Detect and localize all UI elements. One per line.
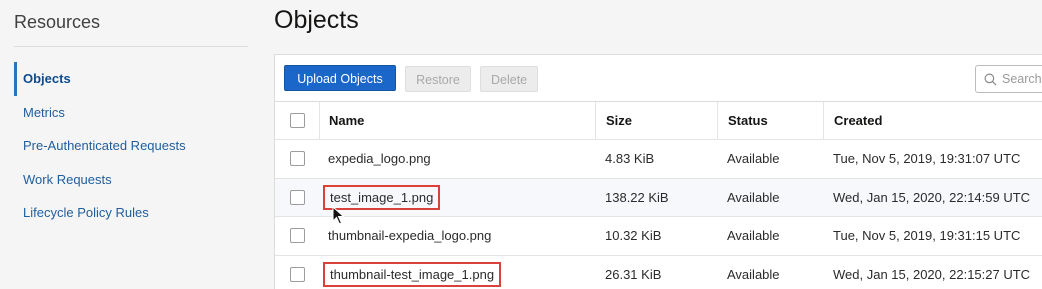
select-all-checkbox[interactable]: [289, 113, 305, 128]
row-checkbox[interactable]: [289, 151, 305, 167]
sidebar-nav: Objects Metrics Pre-Authenticated Reques…: [14, 62, 250, 230]
mouse-cursor-icon: [332, 206, 345, 225]
sidebar-item-work-requests[interactable]: Work Requests: [14, 163, 250, 197]
object-name-text[interactable]: thumbnail-test_image_1.png: [322, 261, 502, 287]
sidebar-item-pre-authenticated-requests[interactable]: Pre-Authenticated Requests: [14, 129, 250, 163]
object-name: expedia_logo.png: [319, 140, 595, 178]
row-checkbox-cell: [275, 256, 319, 289]
column-header-status[interactable]: Status: [717, 102, 823, 139]
object-name-text[interactable]: test_image_1.png: [322, 184, 441, 210]
object-created: Tue, Nov 5, 2019, 19:31:07 UTC: [833, 151, 1021, 167]
resources-sidebar: Resources Objects Metrics Pre-Authentica…: [0, 0, 258, 289]
object-status: Available: [727, 189, 780, 205]
table-row[interactable]: test_image_1.png 138.22 KiB Available We…: [275, 177, 1042, 217]
delete-button[interactable]: Delete: [480, 66, 538, 92]
object-size: 138.22 KiB: [605, 189, 669, 205]
column-header-name[interactable]: Name: [319, 102, 595, 139]
object-created: Tue, Nov 5, 2019, 19:31:15 UTC: [833, 228, 1021, 244]
object-name: thumbnail-expedia_logo.png: [319, 217, 595, 255]
object-size: 26.31 KiB: [605, 266, 662, 282]
search-input[interactable]: Search: [975, 65, 1042, 93]
row-checkbox[interactable]: [289, 228, 305, 244]
objects-table: Name Size Status Created expedia_logo.pn…: [275, 101, 1042, 289]
sidebar-divider: [14, 46, 248, 47]
upload-objects-button[interactable]: Upload Objects: [284, 65, 396, 91]
column-header-size[interactable]: Size: [595, 102, 717, 139]
row-checkbox-cell: [275, 140, 319, 178]
object-created: Wed, Jan 15, 2020, 22:15:27 UTC: [833, 266, 1031, 282]
objects-toolbar: Upload Objects Restore Delete Search: [275, 55, 1042, 101]
object-name: test_image_1.png: [319, 179, 595, 217]
row-checkbox-cell: [275, 217, 319, 255]
objects-panel: Upload Objects Restore Delete Search Nam…: [274, 54, 1042, 289]
object-status: Available: [727, 228, 780, 244]
object-status: Available: [727, 266, 780, 282]
sidebar-item-metrics[interactable]: Metrics: [14, 96, 250, 130]
table-row[interactable]: thumbnail-expedia_logo.png 10.32 KiB Ava…: [275, 216, 1042, 255]
object-name-text[interactable]: thumbnail-expedia_logo.png: [328, 228, 491, 243]
row-checkbox[interactable]: [289, 266, 305, 282]
row-checkbox-cell: [275, 179, 319, 217]
column-header-created[interactable]: Created: [823, 102, 1042, 139]
row-checkbox[interactable]: [289, 189, 305, 205]
search-icon: [984, 73, 997, 86]
restore-button[interactable]: Restore: [405, 66, 471, 92]
object-name-text[interactable]: expedia_logo.png: [328, 151, 431, 166]
object-created: Wed, Jan 15, 2020, 22:14:59 UTC: [833, 189, 1031, 205]
object-size: 10.32 KiB: [605, 228, 662, 244]
object-size: 4.83 KiB: [605, 151, 655, 167]
object-name: thumbnail-test_image_1.png: [319, 256, 595, 289]
select-all-cell: [275, 102, 319, 139]
table-row[interactable]: thumbnail-test_image_1.png 26.31 KiB Ava…: [275, 254, 1042, 289]
table-row[interactable]: expedia_logo.png 4.83 KiB Available Tue,…: [275, 139, 1042, 178]
sidebar-item-lifecycle-policy-rules[interactable]: Lifecycle Policy Rules: [14, 196, 250, 230]
table-header-row: Name Size Status Created: [275, 101, 1042, 139]
sidebar-item-objects[interactable]: Objects: [14, 62, 250, 96]
page-title: Objects: [274, 6, 359, 34]
object-status: Available: [727, 151, 780, 167]
search-placeholder: Search: [1002, 72, 1042, 86]
sidebar-title: Resources: [14, 12, 101, 32]
